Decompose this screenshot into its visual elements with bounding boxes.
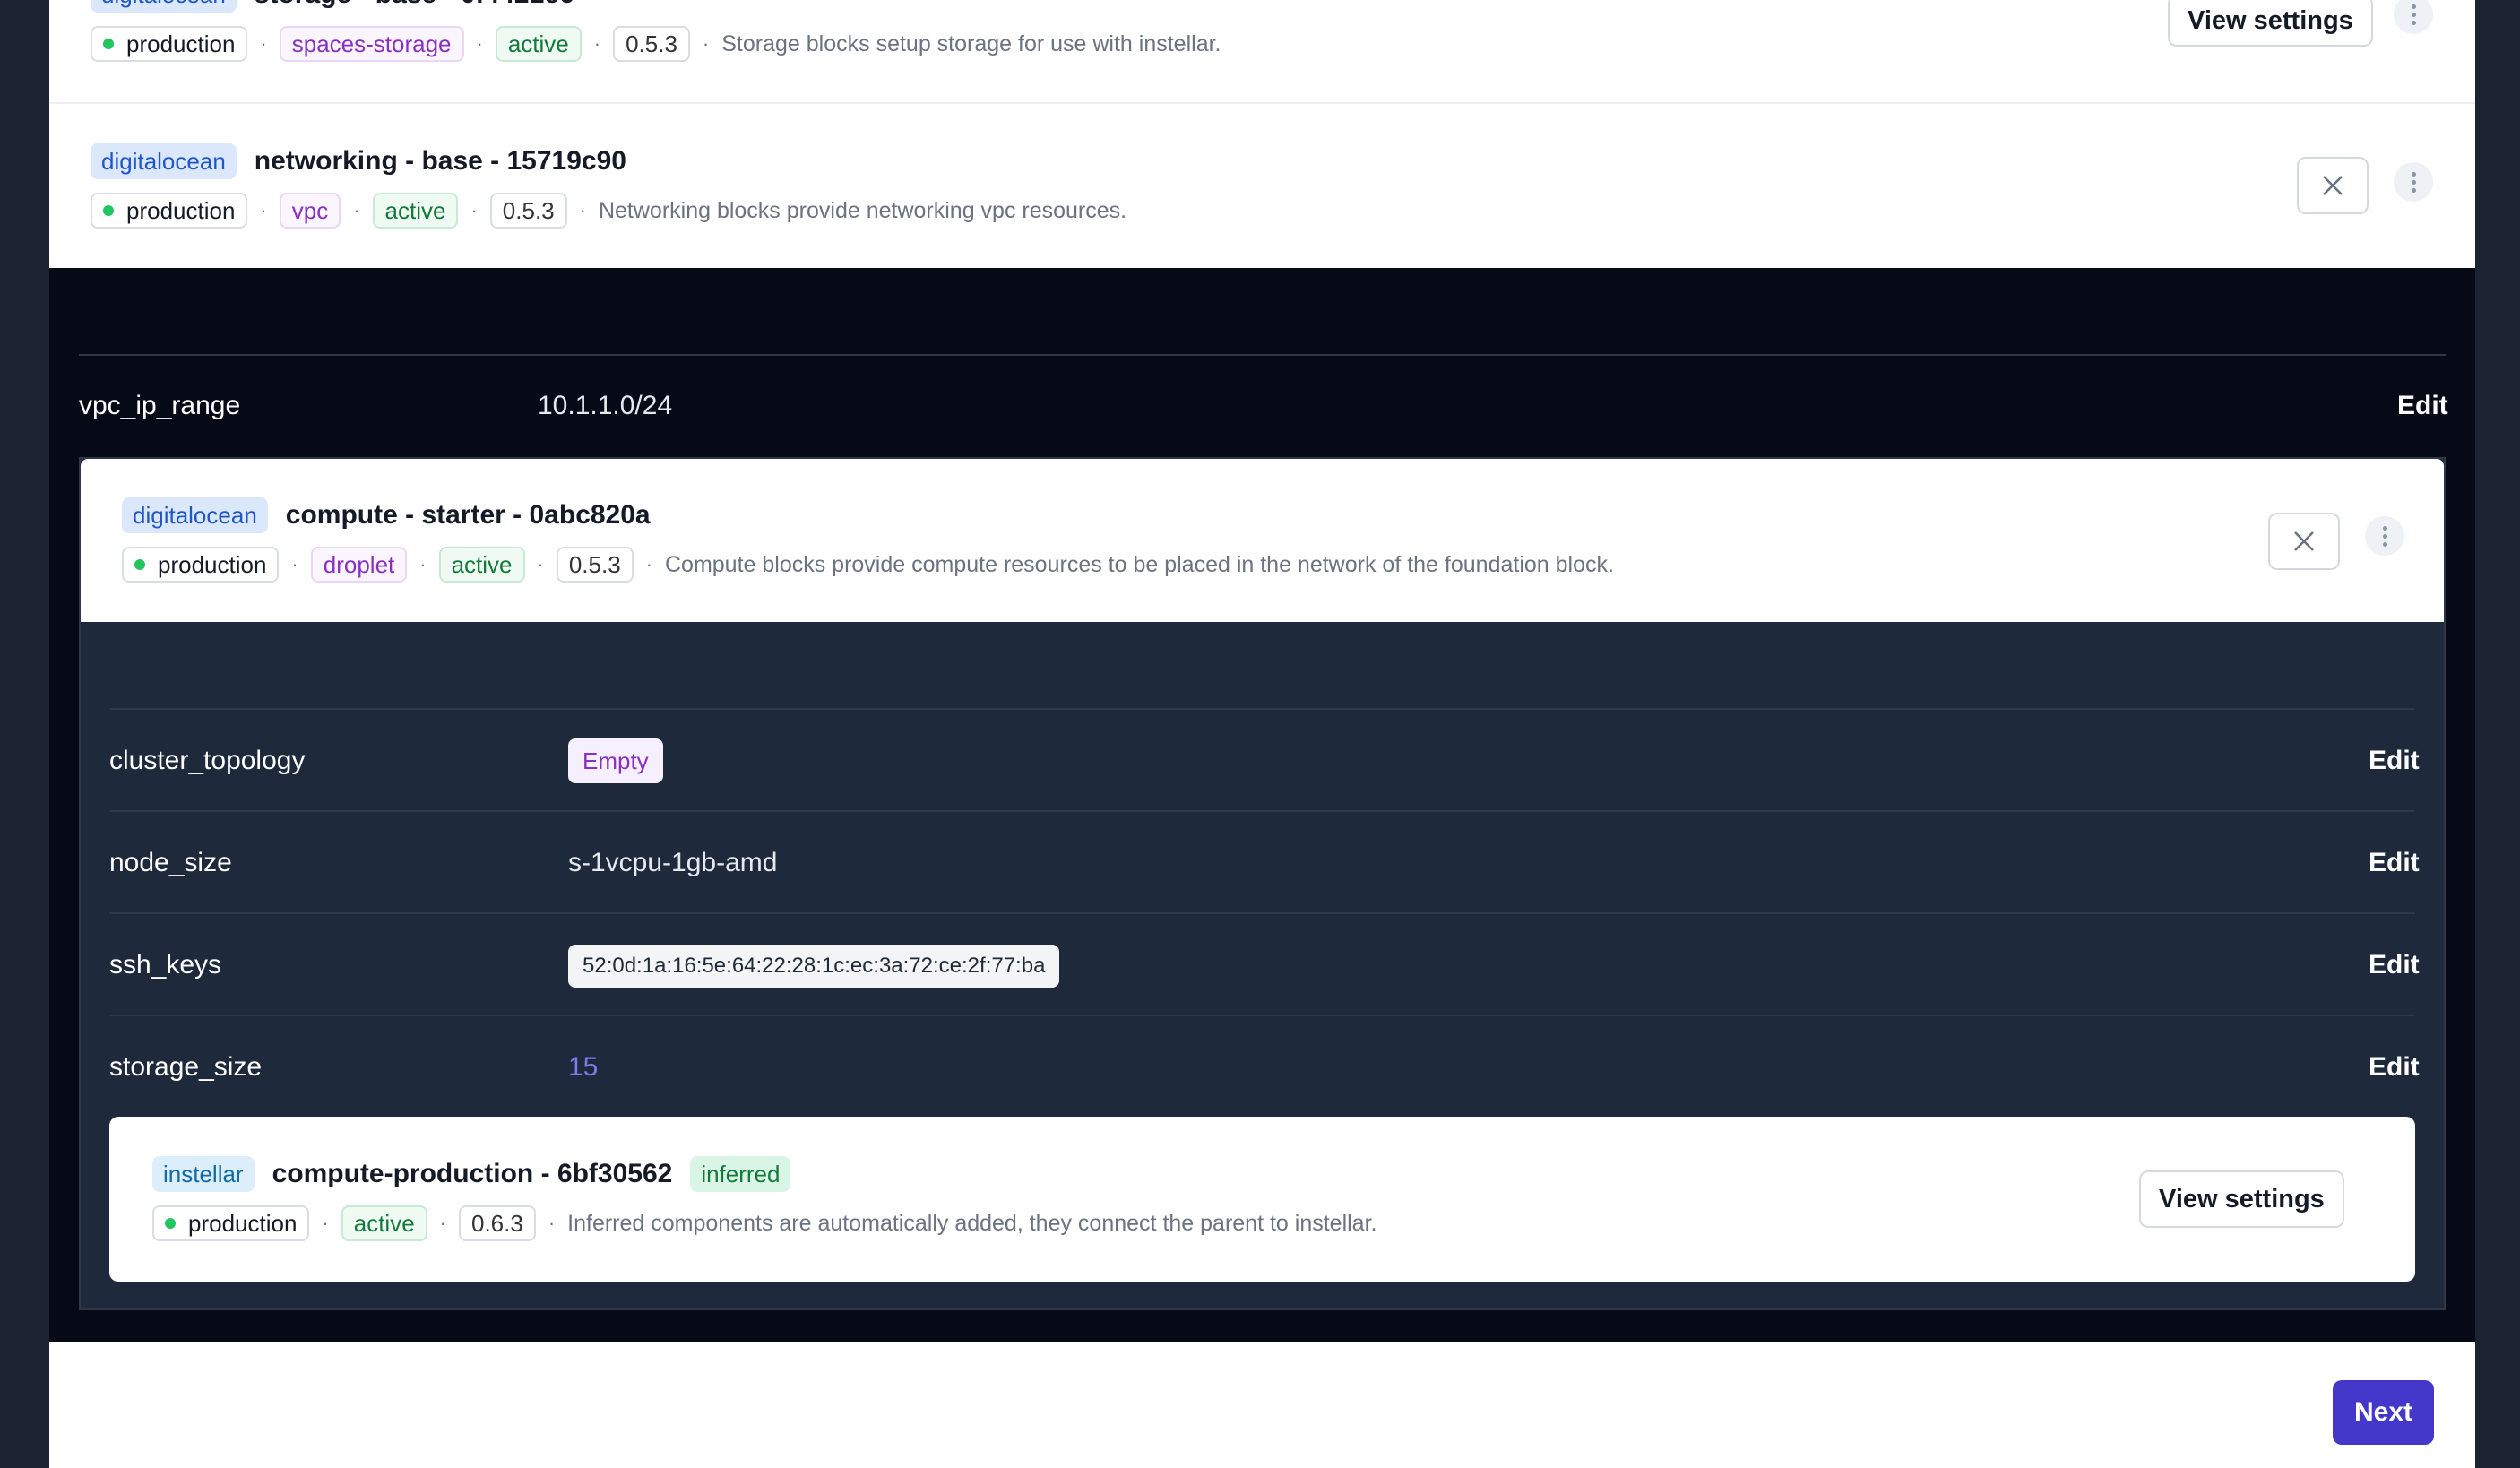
status-dot-icon <box>103 39 114 49</box>
provider-badge: digitalocean <box>122 497 268 533</box>
provider-badge: instellar <box>152 1156 255 1192</box>
status-badge: active <box>495 26 582 62</box>
networking-block-card: digitalocean networking - base - 15719c9… <box>49 104 2475 268</box>
block-description: Networking blocks provide networking vpc… <box>598 197 1127 223</box>
environment-badge: production <box>152 1205 310 1241</box>
edit-button[interactable]: Edit <box>2369 746 2420 776</box>
type-badge: droplet <box>310 547 408 583</box>
compute-panel: digitalocean compute - starter - 0abc820… <box>79 457 2446 1310</box>
environment-badge: production <box>91 26 248 62</box>
edit-button[interactable]: Edit <box>2369 848 2420 878</box>
block-title: compute-production - 6bf30562 <box>272 1159 673 1188</box>
version-badge: 0.5.3 <box>613 26 690 62</box>
version-badge: 0.6.3 <box>459 1205 536 1241</box>
separator: · <box>322 1212 329 1234</box>
separator: · <box>291 553 298 575</box>
status-dot-icon <box>165 1218 176 1229</box>
status-dot-icon <box>134 559 145 570</box>
inferred-block-card: instellar compute-production - 6bf30562 … <box>109 1117 2415 1282</box>
close-icon <box>2294 531 2314 551</box>
environment-label: production <box>158 550 267 578</box>
divider <box>109 1015 2415 1016</box>
separator: · <box>353 199 360 221</box>
setting-value: 10.1.1.0/24 <box>538 391 673 420</box>
view-settings-button[interactable]: View settings <box>2139 1170 2344 1228</box>
separator: · <box>419 553 427 575</box>
separator: · <box>702 32 710 55</box>
block-title: storage - base - 0f4421c6 <box>255 0 574 10</box>
setting-key: cluster_topology <box>109 746 306 775</box>
separator: · <box>579 199 586 221</box>
environment-label: production <box>126 196 236 224</box>
separator: · <box>260 199 267 221</box>
setting-key: ssh_keys <box>109 950 222 980</box>
next-button[interactable]: Next <box>2333 1380 2435 1445</box>
version-badge: 0.5.3 <box>489 193 567 229</box>
edit-button[interactable]: Edit <box>2369 1052 2420 1083</box>
divider <box>109 810 2415 812</box>
block-description: Storage blocks setup storage for use wit… <box>721 30 1221 56</box>
close-icon <box>2323 176 2343 195</box>
edit-button[interactable]: Edit <box>2369 950 2420 980</box>
compute-block-card: digitalocean compute - starter - 0abc820… <box>81 459 2444 622</box>
empty-badge: Empty <box>568 738 663 783</box>
edit-button[interactable]: Edit <box>2397 391 2448 421</box>
divider <box>109 912 2415 914</box>
provider-badge: digitalocean <box>91 143 237 179</box>
block-description: Inferred components are automatically ad… <box>567 1210 1377 1236</box>
separator: · <box>537 553 544 575</box>
block-title: networking - base - 15719c90 <box>254 146 626 176</box>
storage-block-card: digitalocean storage - base - 0f4421c6 p… <box>49 0 2475 104</box>
kebab-menu-icon[interactable] <box>2394 0 2433 34</box>
status-dot-icon <box>103 205 114 216</box>
separator: · <box>470 199 478 221</box>
type-badge: vpc <box>279 193 341 229</box>
block-description: Compute blocks provide compute resources… <box>664 551 1614 577</box>
main-panel: digitalocean storage - base - 0f4421c6 p… <box>49 0 2475 1468</box>
separator: · <box>593 32 601 55</box>
separator: · <box>645 553 652 575</box>
footer-bar: Next <box>49 1342 2475 1468</box>
status-badge: active <box>438 547 525 583</box>
block-title: compute - starter - 0abc820a <box>285 500 651 530</box>
inferred-badge: inferred <box>690 1156 791 1192</box>
right-rail <box>2475 0 2520 1468</box>
separator: · <box>548 1212 556 1234</box>
type-badge: spaces-storage <box>279 26 464 62</box>
close-button[interactable] <box>2268 513 2340 570</box>
setting-value: 15 <box>568 1052 599 1082</box>
close-button[interactable] <box>2297 157 2369 214</box>
separator: · <box>260 32 267 55</box>
environment-badge: production <box>122 547 280 583</box>
environment-badge: production <box>91 193 248 229</box>
setting-key: vpc_ip_range <box>79 391 241 420</box>
status-badge: active <box>372 193 459 229</box>
environment-label: production <box>126 30 236 57</box>
kebab-menu-icon[interactable] <box>2394 162 2433 202</box>
divider <box>109 708 2415 710</box>
separator: · <box>476 32 483 55</box>
setting-key: storage_size <box>109 1052 263 1082</box>
setting-value: s-1vcpu-1gb-amd <box>568 848 778 877</box>
kebab-menu-icon[interactable] <box>2365 516 2404 556</box>
separator: · <box>439 1212 446 1234</box>
view-settings-button[interactable]: View settings <box>2168 0 2373 47</box>
left-rail <box>0 0 49 1468</box>
provider-badge: digitalocean <box>91 0 237 13</box>
setting-key: node_size <box>109 848 232 877</box>
ssh-key-badge: 52:0d:1a:16:5e:64:22:28:1c:ec:3a:72:ce:2… <box>568 945 1060 988</box>
environment-label: production <box>188 1209 298 1237</box>
status-badge: active <box>341 1205 427 1241</box>
version-badge: 0.5.3 <box>556 547 634 583</box>
divider <box>79 354 2446 356</box>
